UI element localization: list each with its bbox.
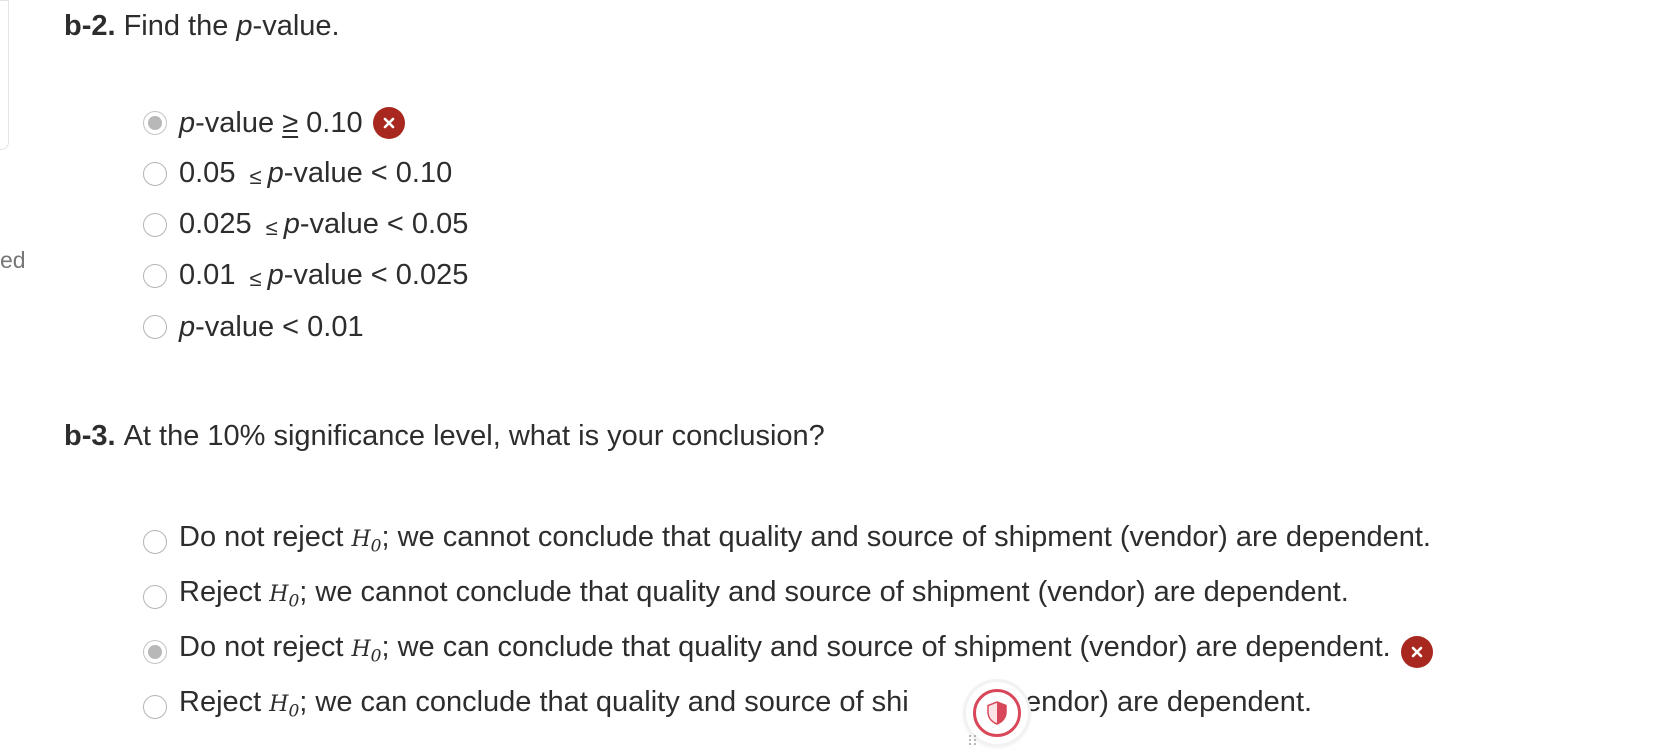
left-panel-text: ed <box>0 247 26 273</box>
radio-button[interactable] <box>143 263 167 288</box>
left-panel-edge <box>0 0 9 150</box>
b3-option-4[interactable]: Reject H0; we can conclude that quality … <box>143 679 1433 734</box>
b3-option-3[interactable]: Do not reject H0; we can conclude that q… <box>143 624 1433 679</box>
question-number: b-2. <box>64 10 116 42</box>
radio-button[interactable] <box>143 584 167 609</box>
question-b2-prompt: b-2. Find the p-value. <box>64 10 340 42</box>
radio-button[interactable] <box>143 314 167 339</box>
option-label: Do not reject H0; we can conclude that q… <box>179 630 1391 667</box>
b2-option-4[interactable]: 0.01 ≤ p-value < 0.025 <box>143 250 468 301</box>
option-label: 0.025 ≤ p-value < 0.05 <box>179 207 469 240</box>
b2-option-2[interactable]: 0.05 ≤ p-value < 0.10 <box>143 148 468 199</box>
radio-button[interactable] <box>143 110 167 135</box>
b3-option-2[interactable]: Reject H0; we cannot conclude that quali… <box>143 569 1433 624</box>
drag-handle-icon[interactable] <box>968 734 978 746</box>
option-label: p-value ≥ 0.10 <box>179 106 363 139</box>
b2-option-1[interactable]: p-value ≥ 0.10 <box>143 97 468 148</box>
b3-options: Do not reject H0; we cannot conclude tha… <box>143 514 1433 734</box>
radio-button[interactable] <box>143 161 167 186</box>
radio-button[interactable] <box>143 212 167 237</box>
option-label: 0.05 ≤ p-value < 0.10 <box>179 156 453 189</box>
option-label: Reject H0; we can conclude that quality … <box>179 685 1313 722</box>
incorrect-x-icon <box>372 106 405 139</box>
option-label: Reject H0; we cannot conclude that quali… <box>179 575 1349 612</box>
incorrect-x-icon <box>1400 635 1433 668</box>
shield-icon <box>987 701 1007 725</box>
question-b3-prompt: b-3. At the 10% significance level, what … <box>64 420 825 452</box>
option-label: 0.01 ≤ p-value < 0.025 <box>179 258 469 291</box>
radio-button[interactable] <box>143 529 167 554</box>
option-label: Do not reject H0; we cannot conclude tha… <box>179 520 1431 557</box>
b3-option-1[interactable]: Do not reject H0; we cannot conclude tha… <box>143 514 1433 569</box>
page: ed b-2. Find the p-value. p-value ≥ 0.10 … <box>0 0 1656 754</box>
radio-button[interactable] <box>143 694 167 719</box>
b2-options: p-value ≥ 0.10 0.05 ≤ p-value < 0.10 0.02… <box>143 97 468 352</box>
question-number: b-3. <box>64 420 116 452</box>
radio-button[interactable] <box>143 639 167 664</box>
b2-option-5[interactable]: p-value < 0.01 <box>143 301 468 352</box>
b2-option-3[interactable]: 0.025 ≤ p-value < 0.05 <box>143 199 468 250</box>
option-label: p-value < 0.01 <box>179 310 364 343</box>
